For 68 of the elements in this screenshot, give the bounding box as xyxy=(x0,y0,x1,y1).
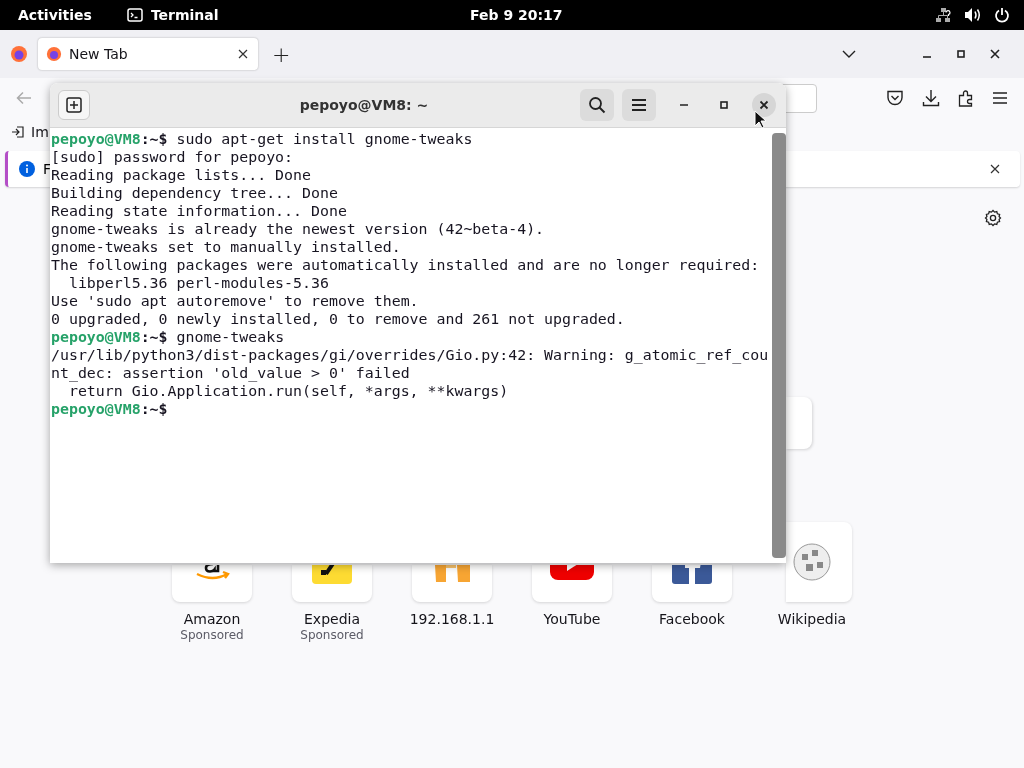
terminal-line: nt_dec: assertion 'old_value > 0' failed xyxy=(51,364,411,382)
minimize-icon xyxy=(679,104,689,106)
terminal-line: /usr/lib/python3/dist-packages/gi/overrides/Gio.py:42: Warning: g_atomic_ref_cou xyxy=(51,346,770,364)
window-title: pepoyo@VM8: ~ xyxy=(298,97,430,113)
search-button[interactable] xyxy=(580,89,614,121)
close-icon[interactable] xyxy=(990,164,1000,174)
shortcut-tile[interactable] xyxy=(652,565,732,602)
menu-icon xyxy=(631,98,647,112)
browser-logo-icon xyxy=(46,46,62,62)
maximize-icon[interactable] xyxy=(956,49,966,59)
sponsored-label: Sponsored xyxy=(180,628,244,642)
shortcut-label[interactable]: Expedia xyxy=(304,611,360,627)
new-tab-button[interactable]: + xyxy=(272,41,291,67)
volume-icon[interactable] xyxy=(964,7,982,23)
pocket-icon[interactable] xyxy=(886,90,904,106)
close-button[interactable] xyxy=(752,93,776,117)
import-icon xyxy=(11,125,25,139)
shortcut-label[interactable]: YouTube xyxy=(543,611,601,627)
shortcut-label[interactable]: 192.168.1.1 xyxy=(409,611,495,627)
terminal-line: pepoyo@VM8:~$ xyxy=(51,400,169,418)
terminal-line: pepoyo@VM8:~$ gnome-tweaks xyxy=(51,328,286,346)
terminal-icon xyxy=(126,8,143,22)
sponsored-label: Sponsored xyxy=(300,628,364,642)
shortcut-tile[interactable] xyxy=(532,565,612,602)
terminal-line: 0 upgraded, 0 newly installed, 0 to remove and 261 not upgraded. xyxy=(51,310,626,328)
info-icon xyxy=(19,161,35,177)
chevron-icon[interactable] xyxy=(842,50,856,58)
terminal-line: return Gio.Application.run(self, *args, **kwargs) xyxy=(67,382,510,400)
download-icon[interactable] xyxy=(922,89,940,107)
shortcut-tile[interactable] xyxy=(172,565,252,602)
new-tab-button[interactable] xyxy=(58,90,90,120)
scrollbar[interactable] xyxy=(772,128,786,563)
close-icon[interactable] xyxy=(238,49,248,59)
shortcut-tile[interactable] xyxy=(786,522,852,602)
menu-icon[interactable] xyxy=(992,91,1008,105)
mouse-pointer-icon xyxy=(754,110,766,129)
close-icon xyxy=(759,100,769,110)
browser-tab[interactable]: New Tab xyxy=(38,38,258,70)
clock[interactable]: Feb 9 20:17 xyxy=(470,7,563,23)
terminal-line: Use 'sudo apt autoremove' to remove them. xyxy=(51,292,420,310)
app-menu[interactable]: Terminal xyxy=(126,7,219,23)
puzzle-icon[interactable] xyxy=(958,89,974,107)
shortcut-label[interactable]: Facebook xyxy=(659,611,725,627)
settings-icon[interactable] xyxy=(984,209,1002,227)
browser-logo-icon[interactable] xyxy=(10,45,28,63)
terminal-line: gnome-tweaks is already the newest version (42~beta-4). xyxy=(51,220,546,238)
power-icon[interactable] xyxy=(994,7,1010,23)
search-icon xyxy=(588,96,606,114)
terminal-line: Building dependency tree... Done xyxy=(51,184,339,202)
terminal-line: Reading package lists... Done xyxy=(51,166,312,184)
menu-button[interactable] xyxy=(622,89,656,121)
shortcut-label[interactable]: Amazon xyxy=(183,611,241,627)
notification-text: F xyxy=(43,161,52,177)
add-tab-icon xyxy=(66,97,82,113)
terminal-line: [sudo] password for pepoyo: xyxy=(51,148,295,166)
shortcut-label[interactable]: Wikipedia xyxy=(777,611,847,627)
shortcut-tile[interactable] xyxy=(292,565,372,602)
terminal-line: libperl5.36 perl-modules-5.36 xyxy=(67,274,330,292)
maximize-icon xyxy=(719,100,729,110)
activities-button[interactable]: Activities xyxy=(18,7,92,23)
terminal-line: gnome-tweaks set to manually installed. xyxy=(51,238,402,256)
terminal-line: The following packages were automatically installed and are no longer required: xyxy=(51,256,761,274)
terminal-line: pepoyo@VM8:~$ sudo apt-get install gnome-tweaks xyxy=(51,130,474,148)
network-icon[interactable] xyxy=(934,6,952,24)
close-icon[interactable] xyxy=(990,49,1000,59)
shortcut-tile[interactable] xyxy=(412,565,492,602)
terminal-line: Reading state information... Done xyxy=(51,202,348,220)
bookmark-item[interactable]: Im xyxy=(11,124,49,140)
